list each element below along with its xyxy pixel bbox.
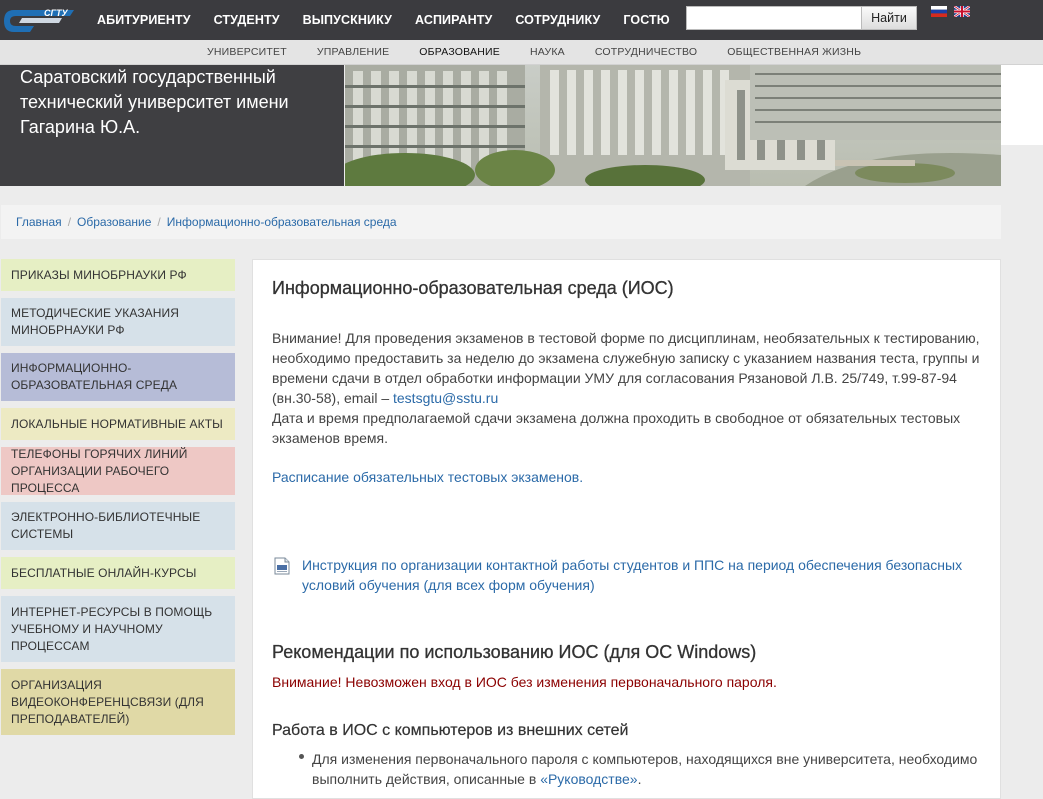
subnav-university[interactable]: УНИВЕРСИТЕТ (207, 40, 287, 64)
breadcrumb-separator: / (67, 215, 72, 229)
sidebar: ПРИКАЗЫ МИНОБРНАУКИ РФ МЕТОДИЧЕСКИЕ УКАЗ… (1, 259, 235, 742)
notice-text: Внимание! Для проведения экзаменов в тес… (272, 330, 980, 406)
search-form: Найти (686, 6, 917, 30)
subnav-management[interactable]: УПРАВЛЕНИЕ (317, 40, 389, 64)
sidebar-item-videoconference[interactable]: ОРГАНИЗАЦИЯ ВИДЕОКОНФЕРЕНЦСВЯЗИ (ДЛЯ ПРЕ… (1, 669, 235, 735)
sidebar-item-ministry-orders[interactable]: ПРИКАЗЫ МИНОБРНАУКИ РФ (1, 259, 235, 291)
subnav-social-life[interactable]: ОБЩЕСТВЕННАЯ ЖИЗНЬ (727, 40, 861, 64)
breadcrumb-education[interactable]: Образование (77, 215, 151, 229)
university-name: Саратовский государственный технический … (20, 67, 289, 137)
sidebar-item-internet-resources[interactable]: ИНТЕРНЕТ-РЕСУРСЫ В ПОМОЩЬ УЧЕБНОМУ И НАУ… (1, 596, 235, 662)
nav-student[interactable]: СТУДЕНТУ (214, 0, 280, 40)
schedule-link[interactable]: Расписание обязательных тестовых экзамен… (272, 469, 583, 485)
sidebar-item-label: ЭЛЕКТРОННО-БИБЛИОТЕЧНЫЕ СИСТЕМЫ (11, 510, 201, 541)
instruction-link[interactable]: Инструкция по организации контактной раб… (302, 557, 962, 593)
sidebar-item-label: ПРИКАЗЫ МИНОБРНАУКИ РФ (11, 267, 187, 282)
notice-email-link[interactable]: testsgtu@sstu.ru (393, 390, 498, 406)
breadcrumb-current[interactable]: Информационно-образовательная среда (167, 215, 397, 229)
uk-flag-icon[interactable] (954, 6, 970, 17)
secondary-nav: УНИВЕРСИТЕТ УПРАВЛЕНИЕ ОБРАЗОВАНИЕ НАУКА… (0, 40, 1043, 65)
nav-employee[interactable]: СОТРУДНИКУ (515, 0, 600, 40)
exam-notice: Внимание! Для проведения экзаменов в тес… (272, 328, 982, 448)
sidebar-item-label: МЕТОДИЧЕСКИЕ УКАЗАНИЯ МИНОБРНАУКИ РФ (11, 306, 180, 337)
sidebar-item-label: ИНТЕРНЕТ-РЕСУРСЫ В ПОМОЩЬ УЧЕБНОМУ И НАУ… (11, 604, 213, 653)
main-nav: АБИТУРИЕНТУ СТУДЕНТУ ВЫПУСКНИКУ АСПИРАНТ… (97, 0, 693, 40)
campus-photo (345, 65, 1001, 186)
nav-postgraduate[interactable]: АСПИРАНТУ (415, 0, 492, 40)
page-title: Информационно-образовательная среда (ИОС… (272, 278, 674, 298)
external-networks-heading: Работа в ИОС с компьютеров из внешних се… (272, 722, 629, 739)
bullet-end: . (637, 771, 642, 787)
search-button[interactable]: Найти (861, 6, 917, 30)
top-bar: СГТУ АБИТУРИЕНТУ СТУДЕНТУ ВЫПУСКНИКУ АСП… (0, 0, 1043, 40)
sidebar-item-label: ОРГАНИЗАЦИЯ ВИДЕОКОНФЕРЕНЦСВЯЗИ (ДЛЯ ПРЕ… (11, 677, 204, 726)
sidebar-item-label: ТЕЛЕФОНЫ ГОРЯЧИХ ЛИНИЙ ОРГАНИЗАЦИИ РАБОЧ… (11, 446, 188, 495)
sidebar-item-hotlines[interactable]: ТЕЛЕФОНЫ ГОРЯЧИХ ЛИНИЙ ОРГАНИЗАЦИИ РАБОЧ… (1, 447, 235, 495)
breadcrumb: Главная / Образование / Информационно-об… (1, 205, 1001, 239)
breadcrumb-separator: / (157, 215, 161, 229)
schedule-paragraph: Расписание обязательных тестовых экзамен… (272, 467, 982, 487)
sidebar-item-label: ИНФОРМАЦИОННО-ОБРАЗОВАТЕЛЬНАЯ СРЕДА (11, 361, 178, 392)
sidebar-item-online-courses[interactable]: БЕСПЛАТНЫЕ ОНЛАЙН-КУРСЫ (1, 557, 235, 589)
search-input[interactable] (686, 6, 861, 30)
nav-graduate[interactable]: ВЫПУСКНИКУ (303, 0, 392, 40)
sstu-logo[interactable]: СГТУ (4, 4, 76, 36)
subnav-science[interactable]: НАУКА (530, 40, 565, 64)
subnav-cooperation[interactable]: СОТРУДНИЧЕСТВО (595, 40, 697, 64)
sidebar-item-library-systems[interactable]: ЭЛЕКТРОННО-БИБЛИОТЕЧНЫЕ СИСТЕМЫ (1, 502, 235, 550)
sidebar-item-local-acts[interactable]: ЛОКАЛЬНЫЕ НОРМАТИВНЫЕ АКТЫ (1, 408, 235, 440)
banner-side-panel (1001, 65, 1043, 145)
recommendations-heading: Рекомендации по использованию ИОС (для О… (272, 642, 757, 662)
bullet-icon (299, 754, 304, 759)
banner-title: Саратовский государственный технический … (0, 65, 344, 186)
password-warning: Внимание! Невозможен вход в ИОС без изме… (272, 674, 777, 690)
subnav-education[interactable]: ОБРАЗОВАНИЕ (419, 40, 500, 64)
breadcrumb-home[interactable]: Главная (16, 215, 62, 229)
sidebar-item-label: БЕСПЛАТНЫЕ ОНЛАЙН-КУРСЫ (11, 565, 197, 580)
bullet-text: Для изменения первоначального пароля с к… (312, 751, 978, 787)
sidebar-item-label: ЛОКАЛЬНЫЕ НОРМАТИВНЫЕ АКТЫ (11, 416, 223, 431)
guide-link[interactable]: «Руководстве» (540, 771, 637, 787)
document-icon (274, 557, 290, 575)
instruction-paragraph: Инструкция по организации контактной раб… (302, 555, 992, 595)
logo-text: СГТУ (44, 8, 69, 18)
bullet-item: Для изменения первоначального пароля с к… (312, 749, 982, 789)
sidebar-item-information-environment[interactable]: ИНФОРМАЦИОННО-ОБРАЗОВАТЕЛЬНАЯ СРЕДА (1, 353, 235, 401)
russian-flag-icon[interactable] (931, 6, 947, 17)
notice-text-2: Дата и время предполагаемой сдачи экзаме… (272, 410, 961, 446)
nav-applicant[interactable]: АБИТУРИЕНТУ (97, 0, 191, 40)
sidebar-item-methodical-instructions[interactable]: МЕТОДИЧЕСКИЕ УКАЗАНИЯ МИНОБРНАУКИ РФ (1, 298, 235, 346)
main-content: Информационно-образовательная среда (ИОС… (252, 259, 1001, 799)
nav-guest[interactable]: ГОСТЮ (623, 0, 669, 40)
